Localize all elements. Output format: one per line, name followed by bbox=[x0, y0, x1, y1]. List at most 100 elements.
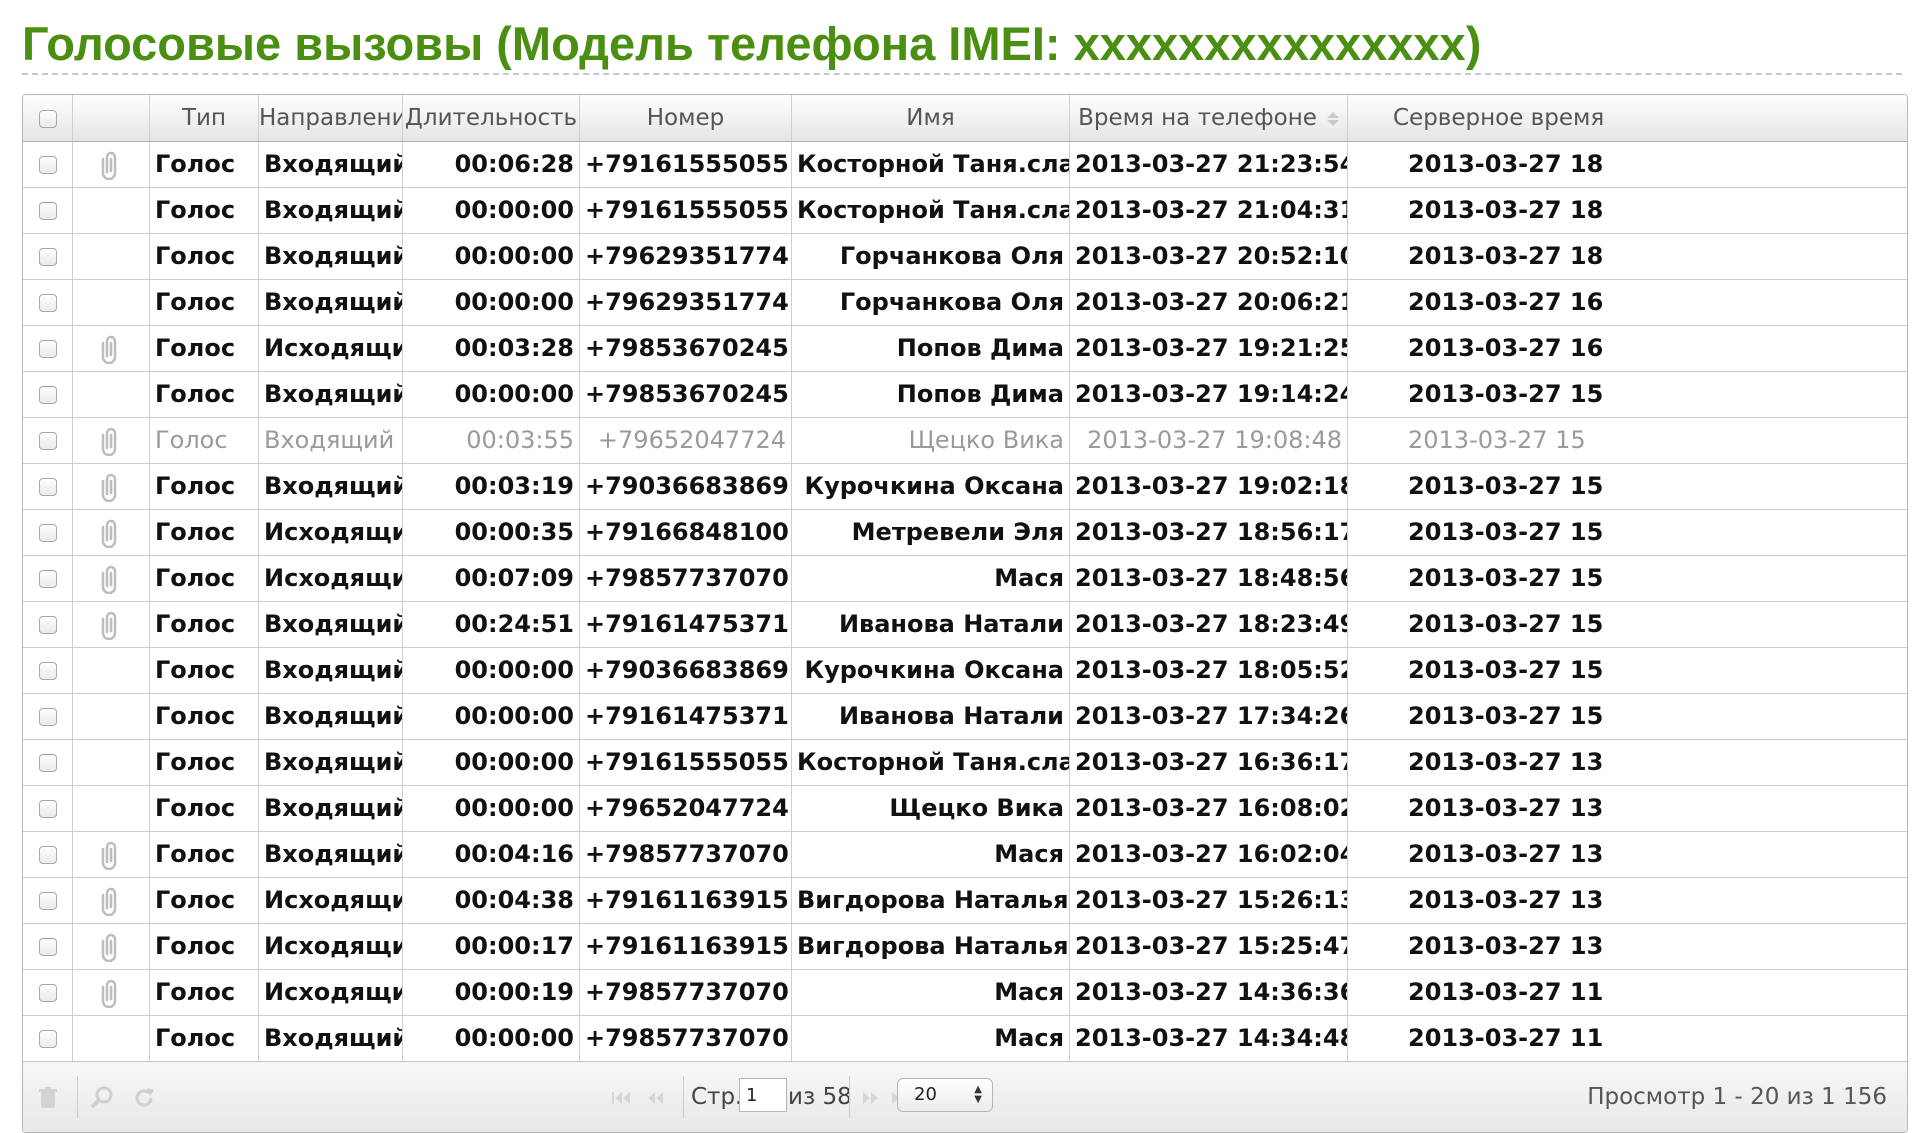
row-checkbox[interactable] bbox=[38, 340, 57, 358]
page-size-select[interactable]: 20 ▲ ▼ bbox=[897, 1078, 993, 1112]
table-row[interactable]: Голос Входящий 00:00:00 +79036683869 Курочки… bbox=[23, 648, 1907, 694]
table-row[interactable]: Голос Входящий 00:00:00 +79857737070 Мася 201… bbox=[23, 1016, 1907, 1062]
cell-number: +79166848100 bbox=[580, 510, 792, 555]
cell-type: Голос bbox=[150, 418, 259, 463]
cell-name: Мася bbox=[792, 970, 1070, 1015]
table-row[interactable]: ГолосИсходящий00:00:35+79166848100Метрев… bbox=[23, 510, 1907, 556]
row-checkbox[interactable] bbox=[38, 800, 57, 818]
paperclip-icon[interactable] bbox=[100, 518, 122, 549]
table-row[interactable]: ГолосИсходящий00:00:19+79857737070Мася20… bbox=[23, 970, 1907, 1016]
header-phone-time[interactable]: Время на телефоне bbox=[1070, 95, 1348, 141]
row-checkbox[interactable] bbox=[38, 570, 57, 588]
attachment-cell bbox=[73, 234, 150, 279]
header-number[interactable]: Номер bbox=[580, 95, 792, 141]
row-checkbox[interactable] bbox=[38, 524, 57, 542]
cell-phone-time: 2013-03-27 16:02:04 bbox=[1070, 832, 1348, 877]
cell-server-time: 2013-03-27 15 bbox=[1408, 472, 1604, 500]
grid-header: Тип Направление Длительность Номер Имя В… bbox=[23, 95, 1907, 142]
paperclip-icon[interactable] bbox=[100, 426, 122, 457]
table-row[interactable]: Голос Входящий 00:03:19 +79036683869 Курочки… bbox=[23, 464, 1907, 510]
paperclip-icon[interactable] bbox=[100, 840, 122, 871]
cell-number: +79857737070 bbox=[580, 556, 792, 601]
table-row[interactable]: ГолосИсходящий00:07:09+79857737070Мася20… bbox=[23, 556, 1907, 602]
attachment-cell bbox=[73, 786, 150, 831]
header-duration[interactable]: Длительность bbox=[403, 95, 580, 141]
table-row[interactable]: ГолосИсходящий00:04:38+79161163915Вигдор… bbox=[23, 878, 1907, 924]
table-row[interactable]: ГолосИсходящий00:00:17+79161163915Вигдор… bbox=[23, 924, 1907, 970]
title-divider bbox=[22, 73, 1902, 75]
trash-icon[interactable] bbox=[31, 1062, 65, 1132]
row-select-cell bbox=[23, 188, 73, 233]
table-row[interactable]: ГолосИсходящий00:03:28+79853670245Попов … bbox=[23, 326, 1907, 372]
header-direction[interactable]: Направление bbox=[259, 95, 403, 141]
table-row[interactable]: Голос Входящий 00:03:55 +79652047724 Щецко В… bbox=[23, 418, 1907, 464]
row-checkbox[interactable] bbox=[38, 432, 57, 450]
paperclip-icon[interactable] bbox=[100, 564, 122, 595]
toolbar-separator bbox=[683, 1076, 684, 1118]
table-row[interactable]: Голос Входящий 00:00:00 +79629351774 Горчанк… bbox=[23, 280, 1907, 326]
page-number-input[interactable]: 1 bbox=[739, 1078, 787, 1112]
row-checkbox[interactable] bbox=[38, 1030, 57, 1048]
row-checkbox[interactable] bbox=[38, 248, 57, 266]
table-row[interactable]: Голос Входящий 00:00:00 +79161555055 Косторн… bbox=[23, 188, 1907, 234]
table-row[interactable]: Голос Входящий 00:24:51 +79161475371 Иванова… bbox=[23, 602, 1907, 648]
paperclip-icon[interactable] bbox=[100, 150, 122, 181]
row-checkbox[interactable] bbox=[38, 616, 57, 634]
cell-duration: 00:07:09 bbox=[403, 556, 580, 601]
table-row[interactable]: Голос Входящий 00:00:00 +79853670245 Попов Д… bbox=[23, 372, 1907, 418]
row-checkbox[interactable] bbox=[38, 478, 57, 496]
cell-number: +79629351774 bbox=[580, 234, 792, 279]
cell-number: +79857737070 bbox=[580, 1016, 792, 1061]
row-checkbox[interactable] bbox=[38, 754, 57, 772]
cell-name: Иванова Натали bbox=[792, 602, 1070, 647]
cell-direction: Входящий bbox=[259, 280, 403, 325]
header-server-time[interactable]: Серверное время bbox=[1348, 95, 1907, 141]
table-row[interactable]: Голос Входящий 00:06:28 +79161555055 Косторн… bbox=[23, 142, 1907, 188]
cell-number: +79857737070 bbox=[580, 970, 792, 1015]
header-type[interactable]: Тип bbox=[150, 95, 259, 141]
row-checkbox[interactable] bbox=[38, 202, 57, 220]
next-page-icon[interactable] bbox=[855, 1062, 887, 1132]
header-name[interactable]: Имя bbox=[792, 95, 1070, 141]
cell-name: Вигдорова Наталья Давыд bbox=[792, 924, 1070, 969]
cell-duration: 00:24:51 bbox=[403, 602, 580, 647]
cell-name: Мася bbox=[792, 832, 1070, 877]
prev-page-icon[interactable] bbox=[639, 1062, 671, 1132]
row-checkbox[interactable] bbox=[38, 846, 57, 864]
cell-type: Голос bbox=[150, 694, 259, 739]
paperclip-icon[interactable] bbox=[100, 472, 122, 503]
table-row[interactable]: Голос Входящий 00:00:00 +79652047724 Щецко В… bbox=[23, 786, 1907, 832]
row-checkbox[interactable] bbox=[38, 662, 57, 680]
paperclip-icon[interactable] bbox=[100, 334, 122, 365]
paperclip-icon[interactable] bbox=[100, 932, 122, 963]
row-checkbox[interactable] bbox=[38, 892, 57, 910]
row-checkbox[interactable] bbox=[38, 386, 57, 404]
cell-direction: Входящий bbox=[259, 694, 403, 739]
row-checkbox[interactable] bbox=[38, 938, 57, 956]
cell-duration: 00:03:28 bbox=[403, 326, 580, 371]
row-checkbox[interactable] bbox=[38, 984, 57, 1002]
table-row[interactable]: Голос Входящий 00:00:00 +79161555055 Косторн… bbox=[23, 740, 1907, 786]
cell-direction: Исходящий bbox=[259, 970, 403, 1015]
row-checkbox[interactable] bbox=[38, 156, 57, 174]
row-checkbox[interactable] bbox=[38, 294, 57, 312]
attachment-cell bbox=[73, 924, 150, 969]
table-row[interactable]: Голос Входящий 00:00:00 +79629351774 Горчанк… bbox=[23, 234, 1907, 280]
attachment-cell bbox=[73, 878, 150, 923]
row-checkbox[interactable] bbox=[38, 708, 57, 726]
cell-duration: 00:00:00 bbox=[403, 648, 580, 693]
magnifier-icon[interactable] bbox=[85, 1062, 119, 1132]
toolbar-separator bbox=[77, 1076, 78, 1118]
table-row[interactable]: Голос Входящий 00:00:00 +79161475371 Иванова… bbox=[23, 694, 1907, 740]
paperclip-icon[interactable] bbox=[100, 886, 122, 917]
paperclip-icon[interactable] bbox=[100, 610, 122, 641]
paperclip-icon[interactable] bbox=[100, 978, 122, 1009]
refresh-icon[interactable] bbox=[127, 1062, 161, 1132]
row-select-cell bbox=[23, 1016, 73, 1061]
attachment-cell bbox=[73, 280, 150, 325]
first-page-icon[interactable] bbox=[605, 1062, 637, 1132]
cell-name: Косторной Таня.слава bbox=[792, 740, 1070, 785]
table-row[interactable]: Голос Входящий 00:04:16 +79857737070 Мася 201… bbox=[23, 832, 1907, 878]
attachment-cell bbox=[73, 418, 150, 463]
select-all-checkbox[interactable] bbox=[38, 109, 57, 128]
